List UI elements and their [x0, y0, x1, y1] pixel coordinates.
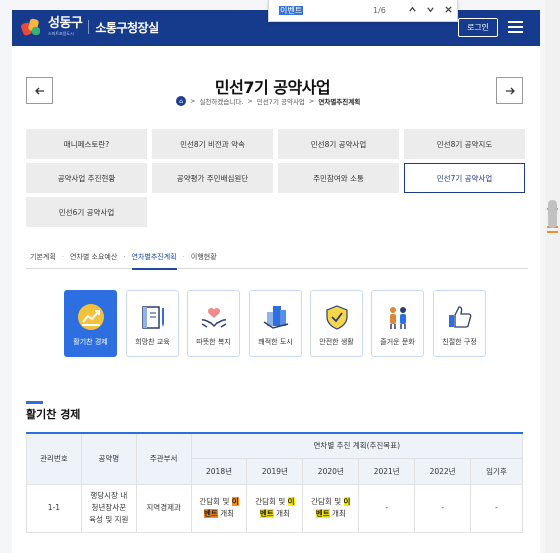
menu-pledges-6[interactable]: 민선6기 공약사업 [26, 197, 147, 227]
menu-participation[interactable]: 주민참여와 소통 [278, 163, 399, 193]
table-row: 1-1 행당시장 내 청년장사꾼 육성 및 지원 지역경제과 간담회 및 이 벤… [26, 483, 523, 533]
cell-plan-2021: - [358, 483, 416, 533]
page-scrollbar[interactable] [545, 0, 560, 553]
logo-mark-icon [20, 17, 42, 37]
header-year: 임기후 [470, 457, 523, 485]
header-year: 2022년 [414, 457, 472, 485]
header-id: 관리번호 [26, 432, 82, 485]
annual-plan-table: 관리번호 공약명 주관부서 연차별 추진 계획(추진목표) 2018년 2019… [26, 432, 524, 533]
category-label: 따뜻한 복지 [196, 338, 231, 346]
category-administration[interactable]: 친절한 구정 [433, 290, 486, 357]
cell-plan-2020: 간담회 및 이 벤트 개최 [302, 483, 360, 533]
category-label: 활기찬 경제 [73, 338, 108, 346]
cell-plan-after: - [470, 483, 523, 533]
find-match-count: 1/6 [373, 6, 386, 15]
heart-hands-icon [201, 308, 226, 328]
category-culture[interactable]: 즐거운 문화 [371, 290, 424, 357]
header-year: 2021년 [358, 457, 416, 485]
category-label: 즐거운 문화 [380, 338, 415, 346]
buildings-icon [263, 306, 288, 329]
cell-name: 행당시장 내 청년장사꾼 육성 및 지원 [80, 483, 137, 533]
header-year: 2018년 [190, 457, 248, 485]
logo-name: 성동구 [48, 16, 83, 31]
find-input[interactable]: 이벤트 [279, 5, 373, 16]
section-title: 활기찬 경제 [26, 408, 81, 421]
site-logo[interactable]: 성동구 스마트포용도시 소통구청장실 [20, 16, 159, 37]
menu-pledges-7[interactable]: 민선7기 공약사업 [404, 163, 525, 193]
tab-basic-plan[interactable]: 기본계획 [26, 245, 62, 269]
tab-annual-budget[interactable]: 연차별 소요예산 [64, 245, 123, 269]
cell-dept: 지역경제과 [135, 483, 192, 533]
page-title: 민선7기 공약사업 [214, 78, 331, 97]
breadcrumb-item[interactable]: 민선7기 공약사업 [257, 96, 305, 106]
breadcrumb-current: 연차별추진계획 [318, 98, 361, 106]
site-title: 소통구청장실 [95, 20, 159, 35]
category-label: 친절한 구정 [442, 338, 477, 346]
cell-plan-2018: 간담회 및 이 벤트 개최 [190, 483, 248, 533]
shield-icon [325, 305, 348, 330]
menu-progress[interactable]: 공약사업 추진현황 [26, 163, 147, 193]
header-year: 2019년 [246, 457, 304, 485]
logo-divider [88, 20, 90, 34]
menu-pledges-8[interactable]: 민선8기 공약사업 [278, 129, 399, 159]
menu-jury[interactable]: 공약평가 주민배심원단 [152, 163, 273, 193]
thumbs-up-icon [448, 306, 471, 328]
people-icon [389, 307, 406, 329]
category-label: 안전한 생활 [319, 338, 354, 346]
chevron-down-icon[interactable] [421, 5, 439, 17]
cell-id: 1-1 [26, 483, 82, 533]
hamburger-menu-icon[interactable] [508, 21, 523, 33]
header-year: 2020년 [302, 457, 360, 485]
category-welfare[interactable]: 따뜻한 복지 [187, 290, 240, 357]
menu-manifesto[interactable]: 매니페스토란? [26, 129, 147, 159]
breadcrumb: ⌂ > 실천하겠습니다. > 민선7기 공약사업 > 연차별추진계획 [176, 96, 360, 106]
tab-implementation[interactable]: 이행현황 [185, 245, 223, 269]
sub-tabs: 기본계획 · 연차별 소요예산 · 연차별추진계획 · 이행현황 [26, 245, 528, 270]
tab-annual-plan[interactable]: 연차별추진계획 [126, 245, 183, 270]
close-icon[interactable] [439, 5, 457, 17]
logo-subtitle: 스마트포용도시 [48, 31, 74, 36]
category-label: 희망찬 교육 [135, 338, 170, 346]
header-name: 공약명 [80, 432, 137, 485]
category-city[interactable]: 쾌적한 도시 [249, 290, 302, 357]
section-accent-bar [26, 401, 43, 404]
category-label: 쾌적한 도시 [258, 338, 293, 346]
category-education[interactable]: 희망찬 교육 [126, 290, 179, 357]
menu-pledge-map-8[interactable]: 민선8기 공약지도 [404, 129, 525, 159]
header-plan: 연차별 추진 계획(추진목표) [190, 432, 524, 459]
login-button[interactable]: 로그인 [458, 18, 498, 37]
header-dept: 주관부서 [135, 432, 192, 485]
book-icon [141, 306, 164, 329]
category-safety[interactable]: 안전한 생활 [310, 290, 363, 357]
cell-plan-2019: 간담회 및 이 벤트 개최 [246, 483, 304, 533]
chevron-up-icon[interactable] [403, 5, 421, 17]
home-icon[interactable]: ⌂ [176, 96, 186, 106]
menu-vision-8[interactable]: 민선8기 비전과 약속 [152, 129, 273, 159]
scrollbar-thumb[interactable] [548, 200, 557, 228]
breadcrumb-item[interactable]: 실천하겠습니다. [199, 96, 243, 106]
category-economy[interactable]: 활기찬 경제 [64, 290, 117, 357]
growth-chart-icon [77, 304, 104, 330]
cell-plan-2022: - [414, 483, 472, 533]
find-bar: 이벤트 1/6 [268, 0, 458, 22]
find-match-marker [547, 231, 558, 233]
